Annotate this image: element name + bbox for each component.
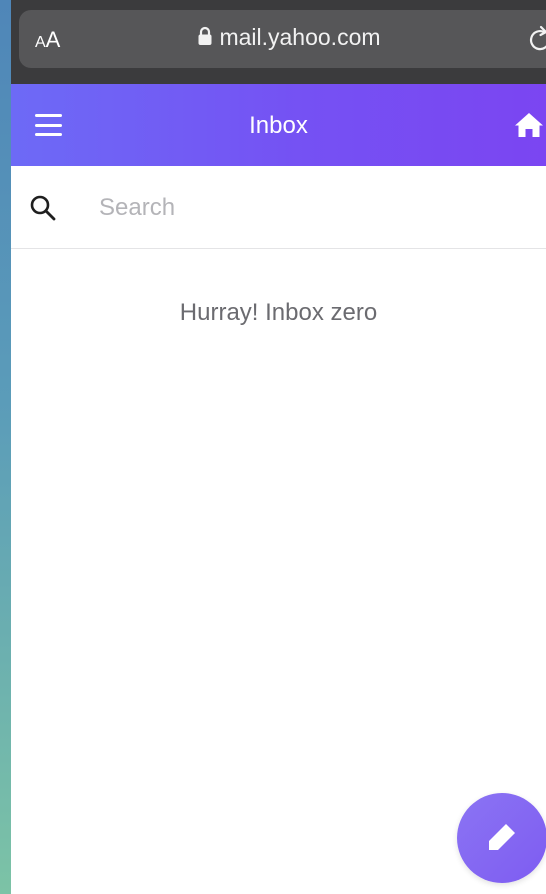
search-bar	[11, 166, 546, 249]
browser-chrome: AA mail.yahoo.com	[11, 0, 546, 84]
reload-icon[interactable]	[527, 24, 546, 54]
search-icon[interactable]	[29, 194, 57, 222]
inbox-content: Hurray! Inbox zero	[11, 166, 546, 894]
inbox-empty-message: Hurray! Inbox zero	[179, 299, 378, 326]
browser-address-bar[interactable]: AA mail.yahoo.com	[19, 10, 546, 68]
home-icon[interactable]	[514, 110, 544, 140]
search-input[interactable]	[97, 188, 521, 228]
url-display[interactable]: mail.yahoo.com	[19, 24, 546, 52]
compose-button[interactable]	[457, 793, 546, 883]
page-title: Inbox	[249, 112, 308, 139]
lock-icon	[197, 25, 213, 52]
url-text: mail.yahoo.com	[219, 24, 381, 50]
pencil-icon	[489, 824, 515, 850]
app-header: Inbox	[11, 84, 546, 166]
